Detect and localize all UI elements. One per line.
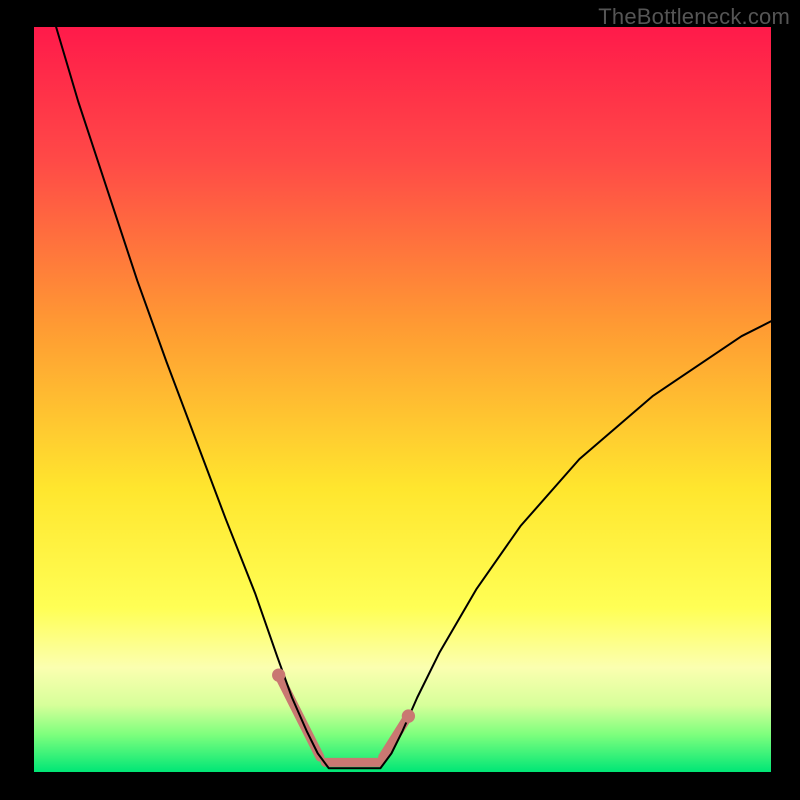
curve-layer <box>34 27 771 772</box>
chart-frame: TheBottleneck.com <box>0 0 800 800</box>
watermark-text: TheBottleneck.com <box>598 4 790 30</box>
valley-highlight <box>279 675 409 762</box>
plot-area <box>34 27 771 772</box>
bottleneck-curve <box>56 27 771 768</box>
